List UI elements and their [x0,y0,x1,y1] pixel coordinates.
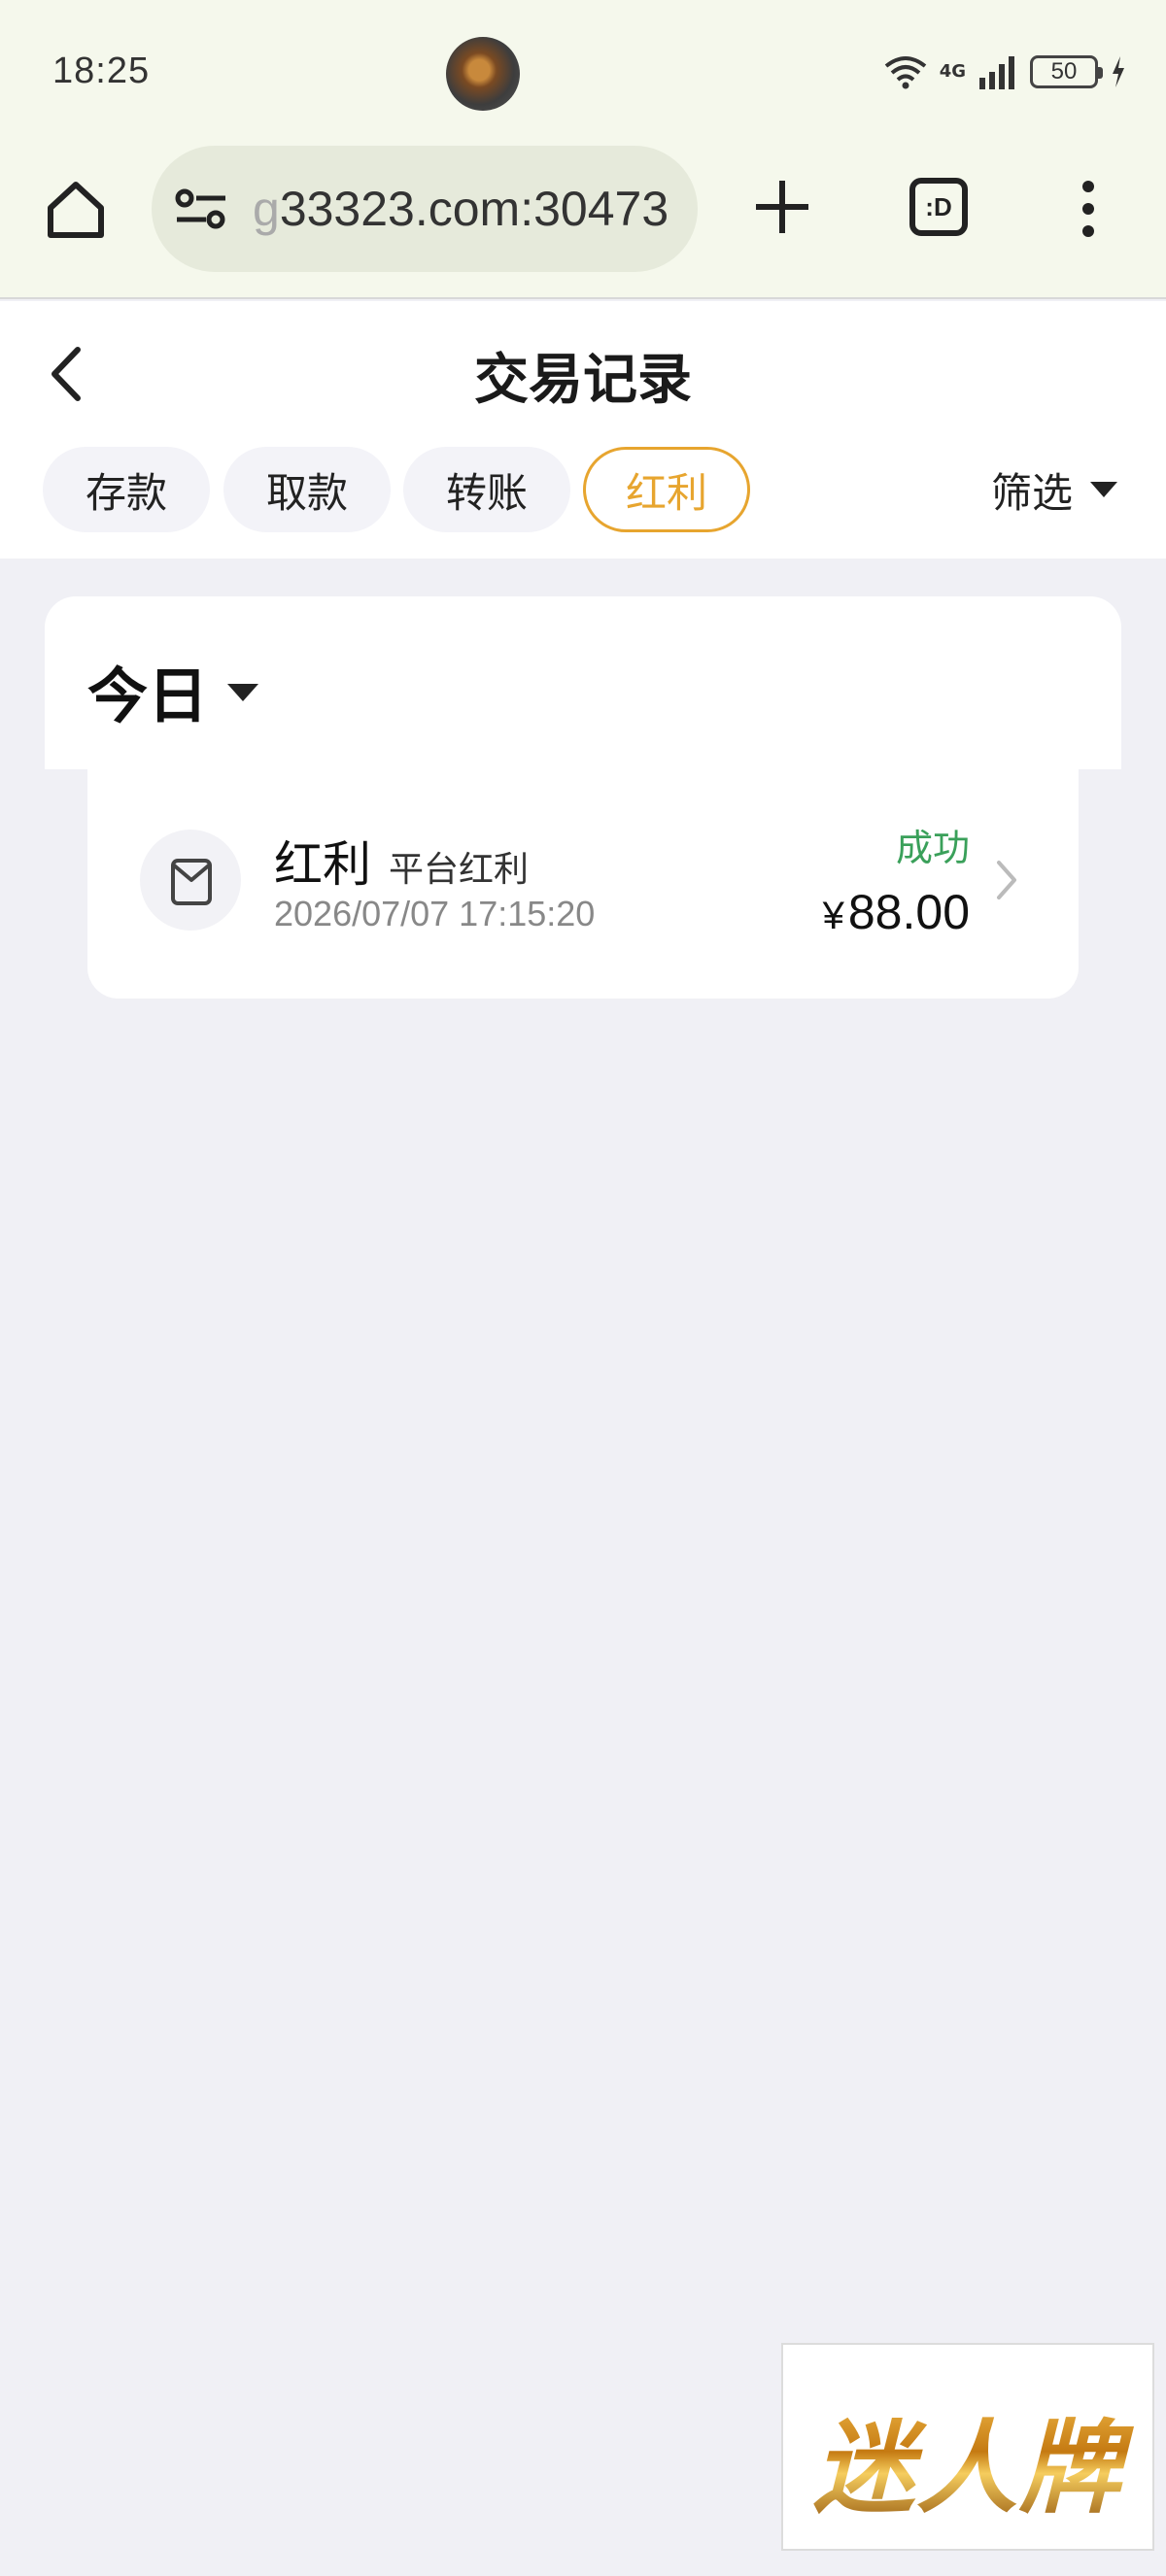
url-prefix: g [253,182,280,236]
chevron-right-icon [997,861,1016,899]
tab-switcher-button[interactable]: :D [909,178,968,236]
record-title-row: 红利 平台红利 [274,826,529,896]
status-time: 18:25 [52,51,151,91]
day-selector[interactable]: 今日 [87,647,259,734]
record-title: 红利 [274,836,371,893]
url-text[interactable]: g33323.com:30473 [253,181,669,237]
caret-down-icon [1090,482,1117,497]
brand-watermark: 迷人牌 [781,2343,1154,2551]
tab-bonus[interactable]: 红利 [583,447,750,532]
tab-transfer[interactable]: 转账 [403,447,570,532]
filter-button[interactable]: 筛选 [991,458,1117,521]
status-bar: 18:25 4G 50 [0,0,1166,146]
site-settings-icon[interactable] [173,185,229,233]
record-icon-circle [140,830,241,931]
charging-icon [1113,56,1124,87]
wallet-icon [171,859,212,905]
brand-logo: 迷人牌 [783,2386,1152,2532]
battery-icon: 50 [1030,55,1103,88]
record-time: 2026/07/07 17:15:20 [274,894,596,933]
notification-avatar [446,37,520,111]
home-icon[interactable] [41,175,111,245]
more-menu-icon[interactable] [1069,175,1108,243]
list-item[interactable]: 红利 平台红利 2026/07/07 17:15:20 成功 ¥88.00 [87,769,1079,999]
address-bar[interactable]: g33323.com:30473 [152,146,698,272]
signal-icon [979,56,1014,89]
wifi-icon [884,56,926,89]
amount-value: 88.00 [847,885,970,939]
record-subtitle: 平台红利 [389,850,530,890]
currency-symbol: ¥ [822,895,844,937]
day-label: 今日 [87,661,209,731]
battery-level: 50 [1050,58,1078,85]
new-tab-icon[interactable] [748,173,816,241]
filter-label: 筛选 [990,468,1073,517]
status-badge: 成功 [895,827,970,869]
tab-switcher-icon: :D [925,191,952,221]
page-title: 交易记录 [474,349,692,412]
day-group-header: 今日 [45,596,1121,769]
record-amount: ¥88.00 [823,884,970,940]
tab-deposit[interactable]: 存款 [43,447,210,532]
status-icons: 4G 50 [883,51,1127,93]
tab-withdraw[interactable]: 取款 [223,447,391,532]
browser-toolbar: g33323.com:30473 :D [0,146,1166,299]
page-header: 交易记录 存款 取款 转账 红利 筛选 [0,301,1166,559]
network-type-label: 4G [939,61,966,82]
caret-down-icon [227,684,259,701]
url-host: 33323.com:30473 [279,182,669,236]
